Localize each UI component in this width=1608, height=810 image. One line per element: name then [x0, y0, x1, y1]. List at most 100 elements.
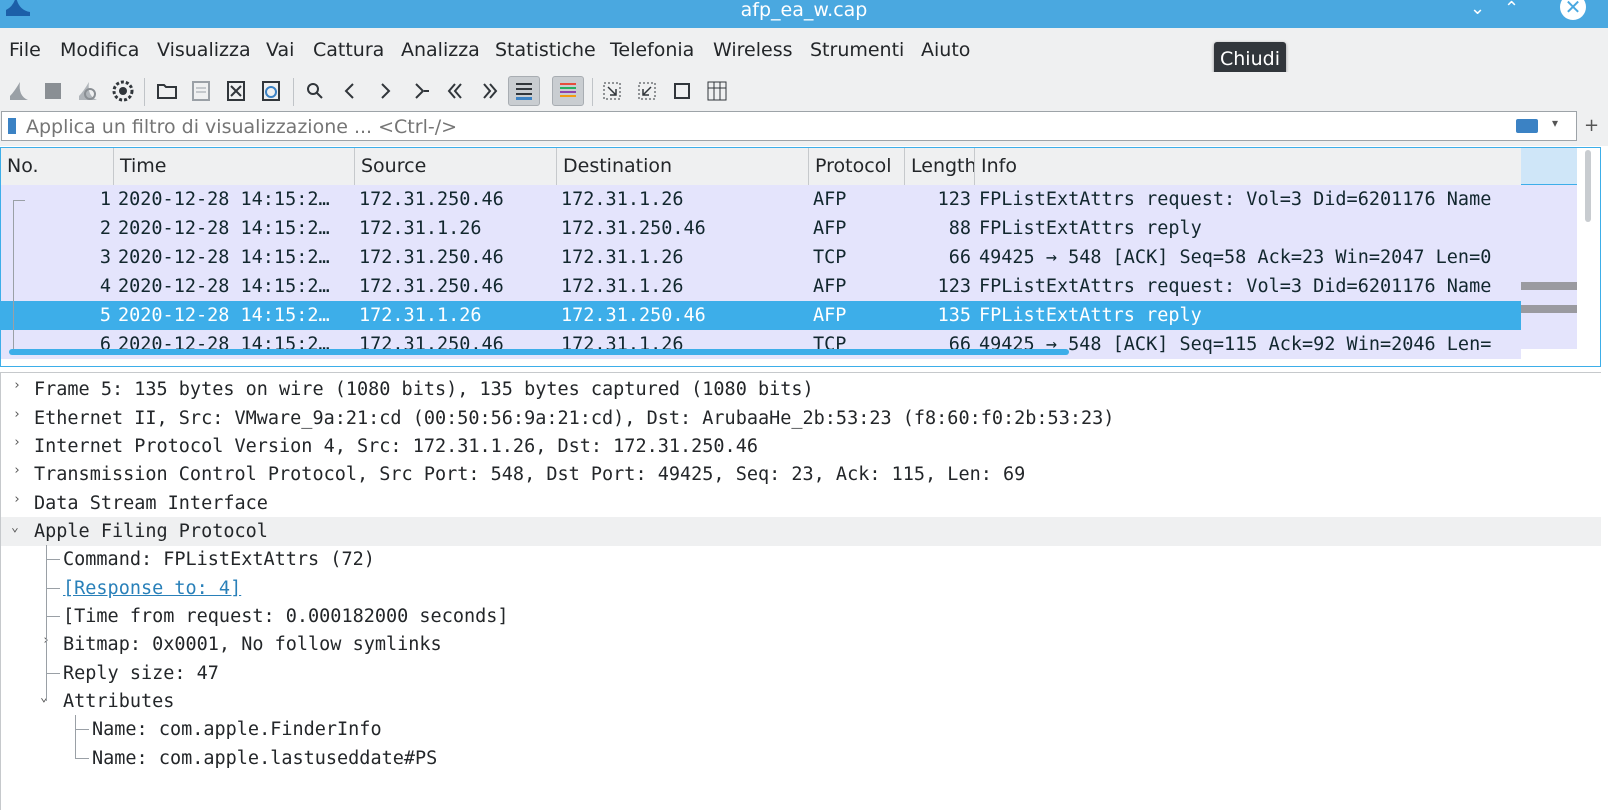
open-folder-icon[interactable]	[152, 76, 182, 106]
col-header-no[interactable]: No.	[1, 148, 114, 185]
packet-info: FPListExtAttrs reply	[979, 305, 1202, 326]
detail-afp-attributes[interactable]: ⌄ Attributes	[1, 687, 1601, 716]
menu-strumenti[interactable]: Strumenti	[810, 39, 904, 61]
packet-no: 4	[99, 276, 111, 297]
gear-options-icon[interactable]	[108, 76, 138, 106]
packet-protocol: AFP	[813, 218, 847, 239]
save-file-icon[interactable]	[186, 76, 216, 106]
detail-afp-time[interactable]: [Time from request: 0.000182000 seconds]	[1, 602, 1601, 631]
minimize-icon[interactable]: ⌄	[1470, 0, 1485, 18]
packet-info: FPListExtAttrs request: Vol=3 Did=620117…	[979, 276, 1492, 297]
zoom-in-icon[interactable]	[597, 76, 627, 106]
packet-row[interactable]: 2 2020-12-28 14:15:2… 172.31.1.26 172.31…	[1, 214, 1521, 243]
chevron-right-icon[interactable]: ›	[13, 492, 21, 507]
packet-length: 88	[948, 218, 971, 239]
menu-modifica[interactable]: Modifica	[60, 39, 139, 61]
detail-attr-name[interactable]: Name: com.apple.FinderInfo	[1, 715, 1601, 744]
resize-columns-icon[interactable]	[702, 76, 732, 106]
col-header-protocol[interactable]: Protocol	[809, 148, 905, 185]
detail-afp-reply-size[interactable]: Reply size: 47	[1, 659, 1601, 688]
colorize-icon[interactable]	[552, 76, 584, 106]
packet-time: 2020-12-28 14:15:2…	[118, 189, 330, 210]
packet-row-selected[interactable]: 5 2020-12-28 14:15:2… 172.31.1.26 172.31…	[1, 301, 1521, 330]
col-header-length[interactable]: Length	[905, 148, 975, 185]
close-file-icon[interactable]	[221, 76, 251, 106]
chevron-right-icon[interactable]: ›	[13, 463, 21, 478]
col-header-time[interactable]: Time	[114, 148, 355, 185]
bookmark-icon[interactable]	[8, 118, 16, 134]
packet-destination: 172.31.1.26	[561, 189, 684, 210]
shark-fin-icon[interactable]	[4, 76, 34, 106]
zoom-out-icon[interactable]	[632, 76, 662, 106]
packet-length: 66	[948, 247, 971, 268]
detail-text: Frame 5: 135 bytes on wire (1080 bits), …	[34, 379, 814, 400]
chevron-right-icon[interactable]: ›	[13, 378, 21, 393]
reload-file-icon[interactable]	[256, 76, 286, 106]
autoscroll-icon[interactable]	[508, 76, 540, 106]
packet-source: 172.31.250.46	[359, 189, 504, 210]
intelligent-scrollbar[interactable]	[1521, 185, 1577, 349]
detail-ipv4[interactable]: › Internet Protocol Version 4, Src: 172.…	[1, 432, 1601, 461]
horizontal-scrollbar[interactable]	[9, 349, 1069, 355]
detail-afp-response-to[interactable]: [Response to: 4]	[1, 574, 1601, 603]
menu-aiuto[interactable]: Aiuto	[921, 39, 970, 61]
packet-destination: 172.31.250.46	[561, 305, 706, 326]
apply-filter-arrow-icon[interactable]	[1516, 119, 1538, 133]
col-header-info[interactable]: Info	[975, 148, 1521, 185]
chevron-right-icon[interactable]: ›	[13, 407, 21, 422]
last-packet-icon[interactable]	[475, 76, 505, 106]
detail-dsi[interactable]: › Data Stream Interface	[1, 489, 1601, 518]
menu-analizza[interactable]: Analizza	[401, 39, 480, 61]
search-icon[interactable]	[300, 76, 330, 106]
chevron-down-icon[interactable]: ▾	[1552, 116, 1558, 130]
menu-wireless[interactable]: Wireless	[713, 39, 793, 61]
display-filter-input[interactable]	[24, 115, 1528, 139]
tree-guide	[46, 673, 60, 674]
toolbar-separator	[592, 78, 593, 106]
add-filter-button[interactable]: +	[1584, 115, 1599, 136]
restart-fin-icon[interactable]	[73, 76, 103, 106]
packet-no: 3	[99, 247, 111, 268]
packet-length: 123	[937, 189, 971, 210]
detail-frame[interactable]: › Frame 5: 135 bytes on wire (1080 bits)…	[1, 375, 1601, 404]
detail-attr-name[interactable]: Name: com.apple.lastuseddate#PS	[1, 744, 1601, 773]
menu-visualizza[interactable]: Visualizza	[157, 39, 251, 61]
chevron-right-icon[interactable]	[370, 76, 400, 106]
menu-statistiche[interactable]: Statistiche	[495, 39, 596, 61]
tree-guide	[46, 545, 47, 701]
detail-text: [Time from request: 0.000182000 seconds]	[63, 606, 509, 627]
packet-source: 172.31.250.46	[359, 276, 504, 297]
detail-afp-bitmap[interactable]: › Bitmap: 0x0001, No follow symlinks	[1, 630, 1601, 659]
detail-text: Apple Filing Protocol	[34, 521, 268, 542]
detail-tcp[interactable]: › Transmission Control Protocol, Src Por…	[1, 460, 1601, 489]
minimap-marker	[1521, 305, 1577, 313]
detail-afp[interactable]: ⌄ Apple Filing Protocol	[1, 517, 1601, 546]
menu-telefonia[interactable]: Telefonia	[610, 39, 694, 61]
chevron-right-icon[interactable]: ›	[13, 435, 21, 450]
response-to-link[interactable]: [Response to: 4]	[63, 578, 241, 599]
col-header-source[interactable]: Source	[355, 148, 557, 185]
detail-text: Transmission Control Protocol, Src Port:…	[34, 464, 1026, 485]
detail-ethernet[interactable]: › Ethernet II, Src: VMware_9a:21:cd (00:…	[1, 404, 1601, 433]
first-packet-icon[interactable]	[440, 76, 470, 106]
packet-protocol: AFP	[813, 276, 847, 297]
menu-vai[interactable]: Vai	[266, 39, 294, 61]
menu-cattura[interactable]: Cattura	[313, 39, 384, 61]
packet-protocol: AFP	[813, 305, 847, 326]
col-header-destination[interactable]: Destination	[557, 148, 809, 185]
chevron-left-icon[interactable]	[335, 76, 365, 106]
packet-row[interactable]: 4 2020-12-28 14:15:2… 172.31.250.46 172.…	[1, 272, 1521, 301]
maximize-icon[interactable]: ⌃	[1504, 0, 1519, 18]
packet-destination: 172.31.250.46	[561, 218, 706, 239]
vertical-scrollbar[interactable]	[1581, 148, 1595, 366]
go-to-packet-icon[interactable]	[405, 76, 435, 106]
chevron-down-icon[interactable]: ⌄	[11, 520, 19, 535]
scrollbar-thumb[interactable]	[1585, 150, 1591, 222]
normal-size-icon[interactable]	[667, 76, 697, 106]
packet-row[interactable]: 3 2020-12-28 14:15:2… 172.31.250.46 172.…	[1, 243, 1521, 272]
stop-square-icon[interactable]	[38, 76, 68, 106]
menu-file[interactable]: File	[9, 39, 41, 61]
detail-afp-command[interactable]: Command: FPListExtAttrs (72)	[1, 545, 1601, 574]
related-packet-line	[13, 200, 25, 201]
packet-row[interactable]: 1 2020-12-28 14:15:2… 172.31.250.46 172.…	[1, 185, 1521, 214]
